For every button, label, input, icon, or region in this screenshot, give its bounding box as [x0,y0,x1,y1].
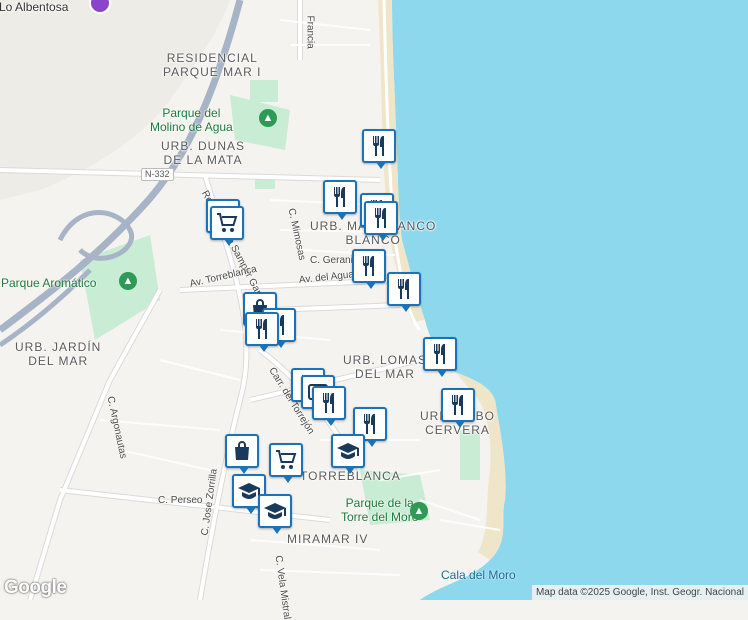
area-label-jardin-line2: DEL MAR [28,354,89,368]
area-label-mar-blanco-line2: BLANCO [345,233,401,247]
fork-knife-icon [363,256,374,276]
area-label-dunas-line1: URB. DUNAS [161,139,246,153]
street-label-francia: Francia [304,15,316,49]
restaurant-marker[interactable] [423,337,457,377]
fork-knife-icon [323,393,334,413]
park-label-torre[interactable]: Parque de la Torre del Moro [341,496,418,524]
area-label-lomas-line1: URB. LOMAS [343,353,428,367]
restaurant-marker[interactable] [364,201,398,241]
tree-icon[interactable]: ▲ [410,502,428,520]
google-logo[interactable]: Google [4,577,67,599]
area-label-residencial-line2: PARQUE MAR I [163,65,262,79]
map-attribution[interactable]: Map data ©2025 Google, Inst. Geogr. Naci… [531,585,748,600]
fork-knife-icon [398,279,409,299]
fork-knife-icon [434,344,445,364]
school-marker[interactable] [258,494,292,534]
restaurant-marker[interactable] [387,272,421,312]
shopping-bag-icon [235,441,249,460]
park-label-torre-line2: Torre del Moro [341,510,419,524]
area-label-miramar: MIRAMAR IV [287,532,369,546]
restaurant-marker[interactable] [441,388,475,428]
area-label-residencial: RESIDENCIAL PARQUE MAR I [163,51,261,79]
park-label-torre-line1: Parque de la [345,496,414,510]
beach-label[interactable]: Cala del Moro [441,568,516,582]
area-label-residencial-line1: RESIDENCIAL [166,51,258,65]
shop-marker[interactable] [225,434,259,474]
fork-knife-icon [373,136,384,156]
supermarket-marker[interactable] [210,206,244,246]
street-label-perseo: C. Perseo [158,495,203,506]
shopping-cart-icon [276,450,297,469]
shopping-cart-icon [217,213,238,232]
tree-icon[interactable]: ▲ [119,272,137,290]
supermarket-marker[interactable] [269,443,303,483]
park-label-aromatico[interactable]: Parque Aromático [1,276,96,290]
school-marker[interactable] [331,434,365,474]
fork-knife-icon [334,187,345,207]
restaurant-marker[interactable] [362,129,396,169]
tree-icon[interactable]: ▲ [259,109,277,127]
fork-knife-icon [256,319,267,339]
area-label-jardin: URB. JARDÍN DEL MAR [15,340,101,368]
restaurant-marker[interactable] [245,312,279,352]
area-label-jardin-line1: URB. JARDÍN [15,340,102,354]
graduation-cap-icon [337,443,359,459]
park-label-molino[interactable]: Parque del Molino de Agua [150,106,233,134]
fork-knife-icon [452,395,463,415]
area-label-lo-albentosa: Lo Albentosa [0,0,69,14]
highway-shield: N-332 [141,168,174,181]
park-label-molino-line2: Molino de Agua [150,120,233,134]
fork-knife-icon [375,208,386,228]
fork-knife-icon [364,414,375,434]
area-label-dunas-line2: DE LA MATA [163,153,243,167]
area-label-lomas: URB. LOMAS DEL MAR [343,353,427,381]
graduation-cap-icon [264,503,286,519]
restaurant-marker[interactable] [352,249,386,289]
restaurant-marker[interactable] [312,386,346,426]
restaurant-marker[interactable] [323,180,357,220]
area-label-lomas-line2: DEL MAR [355,367,415,381]
area-label-dunas: URB. DUNAS DE LA MATA [161,139,245,167]
park-label-molino-line1: Parque del [162,106,221,120]
